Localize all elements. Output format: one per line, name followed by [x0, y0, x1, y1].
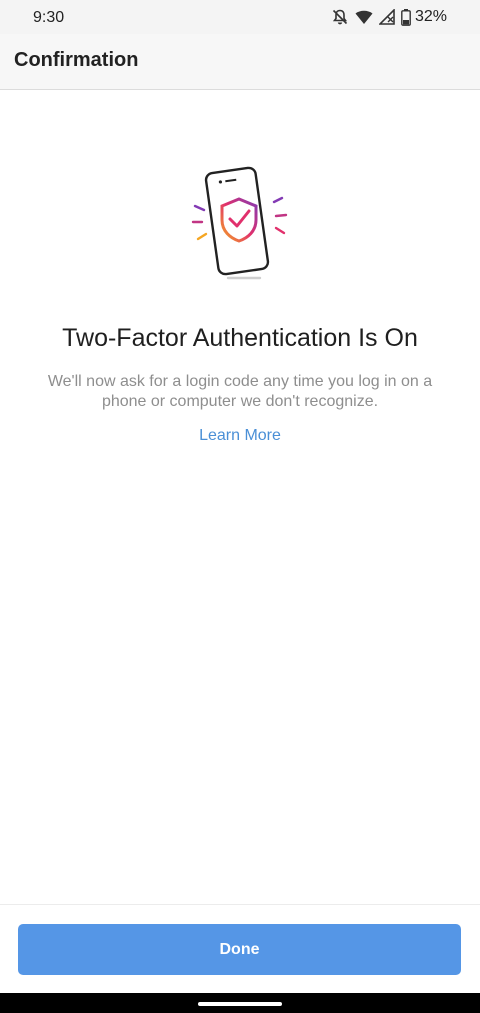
- status-bar: 9:30 32%: [0, 0, 480, 34]
- app-bar: Confirmation: [0, 34, 480, 90]
- status-icons: 32%: [331, 8, 447, 26]
- footer-divider: [0, 904, 480, 905]
- description: We'll now ask for a login code any time …: [47, 373, 433, 410]
- learn-more-label: Learn More: [199, 427, 281, 444]
- navigation-bar: [0, 993, 480, 1013]
- headline: Two-Factor Authentication Is On: [62, 324, 418, 352]
- wifi-icon: [355, 9, 373, 25]
- battery-percentage: 32%: [414, 8, 447, 25]
- cell-signal-icon: [378, 9, 395, 25]
- done-button[interactable]: Done: [18, 924, 461, 975]
- home-gesture-handle[interactable]: [198, 1002, 282, 1006]
- bell-off-icon: [331, 8, 349, 26]
- phone-shield-check-icon: [190, 164, 290, 284]
- page-title: Confirmation: [14, 49, 139, 71]
- learn-more-link[interactable]: Learn More: [0, 427, 480, 445]
- battery-icon: [401, 8, 411, 26]
- status-time: 9:30: [33, 9, 65, 26]
